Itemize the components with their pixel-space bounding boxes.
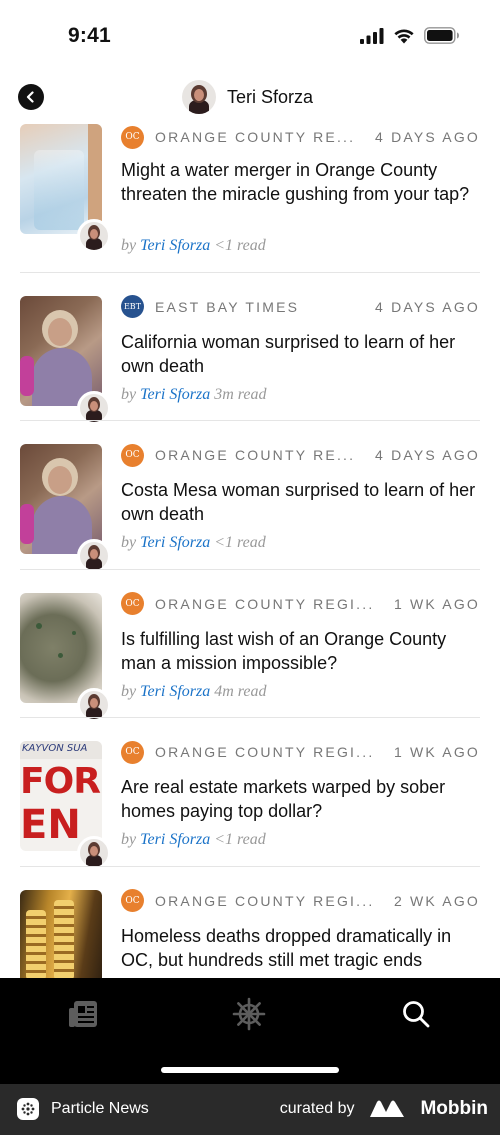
article-byline: by Teri Sforza <1 read <box>121 534 266 552</box>
article-headline[interactable]: Costa Mesa woman surprised to learn of h… <box>121 478 480 526</box>
article-thumbnail <box>20 295 102 406</box>
article-thumbnail <box>20 124 102 234</box>
article-headline[interactable]: Might a water merger in Orange County th… <box>121 158 480 206</box>
source-name: ORANGE COUNTY RE... <box>155 447 356 463</box>
byline-prefix: by <box>121 237 137 254</box>
article-source-row: OC ORANGE COUNTY REGI... 2 WK AGO <box>121 889 480 912</box>
article-byline: by Teri Sforza 3m read <box>121 386 267 404</box>
article-byline: by Teri Sforza <1 read <box>121 831 266 849</box>
article-thumbnail: KAYVON SUA FOR EN <box>20 741 102 851</box>
tab-search[interactable] <box>398 996 434 1032</box>
author-link[interactable]: Teri Sforza <box>140 683 210 700</box>
newspaper-icon <box>69 1001 97 1027</box>
article-headline[interactable]: Homeless deaths dropped dramatically in … <box>121 924 480 972</box>
cellular-signal-icon <box>360 27 384 44</box>
tab-explore[interactable] <box>231 996 267 1032</box>
author-header: Teri Sforza <box>182 80 313 114</box>
article-headline[interactable]: Are real estate markets warped by sober … <box>121 775 480 823</box>
article-source-row: OC ORANGE COUNTY REGI... 1 WK AGO <box>121 740 480 764</box>
source-name: ORANGE COUNTY REGI... <box>155 744 375 760</box>
article-byline: by Teri Sforza <1 read <box>121 237 266 255</box>
article-item[interactable]: KAYVON SUA FOR EN OC ORANGE COUNTY REGI.… <box>0 718 500 870</box>
article-thumbnail <box>20 592 102 703</box>
article-time: 4 DAYS AGO <box>375 298 480 315</box>
article-byline: by Teri Sforza 4m read <box>121 683 267 701</box>
article-source-row: OC ORANGE COUNTY REGI... 1 WK AGO <box>121 592 480 615</box>
byline-prefix: by <box>121 682 137 700</box>
app-icon <box>17 1098 39 1120</box>
source-logo: OC <box>121 889 144 912</box>
article-time: 2 WK AGO <box>393 892 480 909</box>
source-logo: OC <box>121 740 144 764</box>
read-time: <1 read <box>214 237 266 254</box>
attribution-footer: Particle News curated by Mobbin <box>0 1084 500 1135</box>
article-item[interactable]: OC ORANGE COUNTY REGI... 1 WK AGO Is ful… <box>0 570 500 722</box>
article-time: 1 WK AGO <box>393 744 480 760</box>
status-icons <box>360 27 460 44</box>
article-source-row: OC ORANGE COUNTY RE... 4 DAYS AGO <box>121 125 480 149</box>
author-avatar <box>182 80 216 114</box>
back-button[interactable] <box>18 84 44 110</box>
byline-prefix: by <box>121 534 137 551</box>
source-name: ORANGE COUNTY REGI... <box>155 595 375 612</box>
read-time: <1 read <box>214 534 266 551</box>
mobbin-logo-icon <box>370 1100 405 1117</box>
helm-icon <box>232 997 266 1031</box>
read-time: 4m read <box>214 682 267 700</box>
author-link[interactable]: Teri Sforza <box>140 534 210 551</box>
article-source-row: OC ORANGE COUNTY RE... 4 DAYS AGO <box>121 443 480 467</box>
byline-prefix: by <box>121 385 137 403</box>
read-time: <1 read <box>214 831 266 848</box>
article-thumbnail <box>20 444 102 554</box>
article-item[interactable]: OC ORANGE COUNTY RE... 4 DAYS AGO Might … <box>0 124 500 273</box>
author-avatar <box>77 219 111 253</box>
footer-app-name: Particle News <box>51 1100 149 1117</box>
source-logo: OC <box>121 443 144 467</box>
source-name: EAST BAY TIMES <box>155 298 300 315</box>
author-link[interactable]: Teri Sforza <box>140 831 210 848</box>
article-headline[interactable]: California woman surprised to learn of h… <box>121 330 480 378</box>
article-time: 4 DAYS AGO <box>375 129 480 145</box>
tab-feed[interactable] <box>65 996 101 1032</box>
read-time: 3m read <box>214 385 267 403</box>
article-time: 4 DAYS AGO <box>375 447 480 463</box>
article-item[interactable]: OC ORANGE COUNTY REGI... 2 WK AGO Homele… <box>0 867 500 978</box>
curated-by-label: curated by <box>279 1100 355 1117</box>
footer-app: Particle News <box>17 1098 149 1120</box>
author-link[interactable]: Teri Sforza <box>140 237 210 254</box>
article-feed[interactable]: OC ORANGE COUNTY RE... 4 DAYS AGO Might … <box>0 124 500 978</box>
source-logo: OC <box>121 125 144 149</box>
author-link[interactable]: Teri Sforza <box>140 386 210 403</box>
footer-credit: curated by Mobbin <box>280 1098 488 1120</box>
article-headline[interactable]: Is fulfilling last wish of an Orange Cou… <box>121 627 480 675</box>
source-logo: OC <box>121 592 144 615</box>
article-source-row: EBT EAST BAY TIMES 4 DAYS AGO <box>121 295 480 318</box>
particle-logo-icon <box>21 1102 35 1116</box>
search-icon <box>403 1001 430 1028</box>
source-name: ORANGE COUNTY RE... <box>155 129 356 145</box>
status-bar: 9:41 <box>0 0 500 72</box>
home-indicator <box>161 1067 339 1073</box>
header: Teri Sforza <box>0 72 500 124</box>
source-name: ORANGE COUNTY REGI... <box>155 892 375 909</box>
chevron-left-icon <box>26 91 34 103</box>
mobbin-brand: Mobbin <box>420 1098 488 1119</box>
article-item[interactable]: EBT EAST BAY TIMES 4 DAYS AGO California… <box>0 273 500 425</box>
author-name: Teri Sforza <box>227 86 314 107</box>
article-item[interactable]: OC ORANGE COUNTY RE... 4 DAYS AGO Costa … <box>0 421 500 573</box>
article-thumbnail <box>20 889 102 978</box>
source-logo: EBT <box>121 295 144 318</box>
article-time: 1 WK AGO <box>393 595 480 612</box>
tab-bar <box>0 978 500 1084</box>
wifi-icon <box>394 28 414 43</box>
byline-prefix: by <box>121 831 137 848</box>
battery-icon <box>424 27 459 44</box>
status-time: 9:41 <box>68 24 111 47</box>
